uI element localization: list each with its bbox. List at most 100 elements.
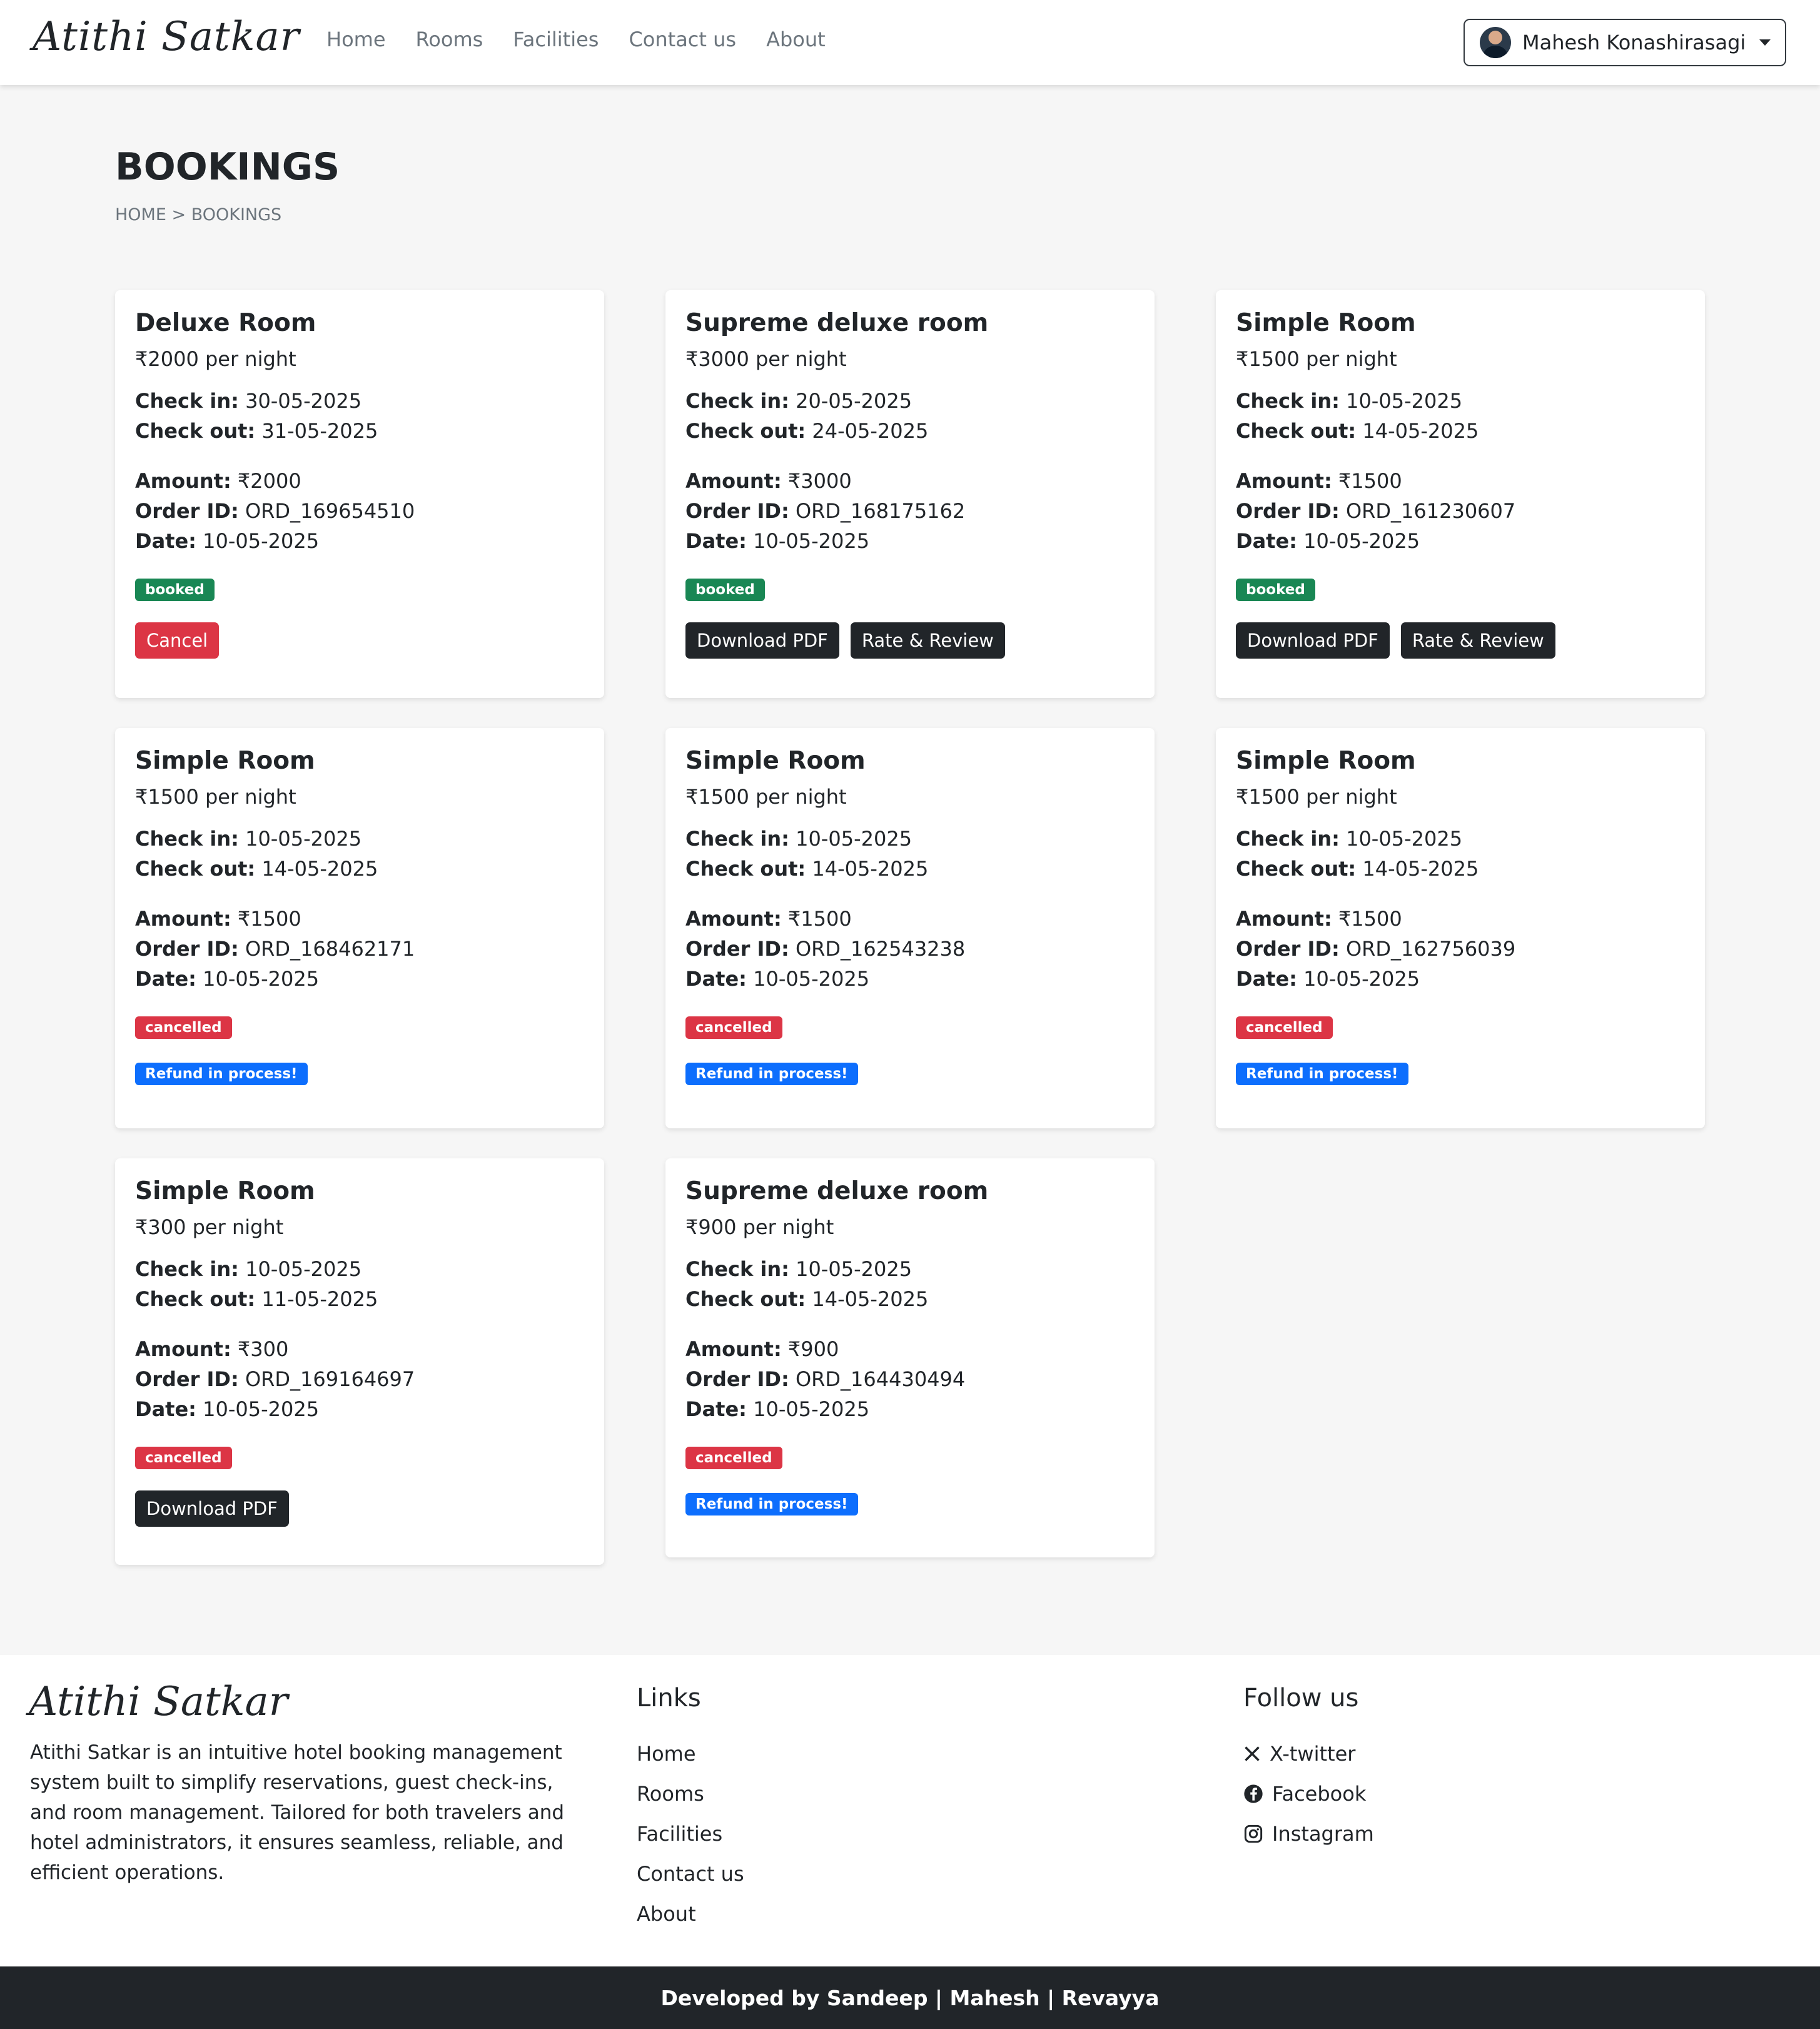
- booking-card: Simple Room ₹300 per night Check in: 10-…: [115, 1158, 604, 1565]
- social-label: X-twitter: [1270, 1742, 1356, 1766]
- order-id-row: Order ID: ORD_169164697: [135, 1367, 415, 1391]
- refund-badge: Refund in process!: [135, 1062, 308, 1085]
- check-out-row: Check out: 11-05-2025: [135, 1287, 378, 1311]
- order-id-row: Order ID: ORD_161230607: [1236, 498, 1516, 523]
- footer-description: Atithi Satkar is an intuitive hotel book…: [30, 1741, 565, 1884]
- download-pdf-button[interactable]: Download PDF: [1236, 622, 1390, 659]
- order-id-row: Order ID: ORD_164430494: [685, 1367, 966, 1391]
- brand-logo[interactable]: Atithi Satkar: [33, 14, 300, 60]
- footer-link-about[interactable]: About: [637, 1894, 744, 1934]
- check-in-row: Check in: 20-05-2025: [685, 388, 913, 413]
- nav-link-contact[interactable]: Contact us: [629, 28, 736, 51]
- page-title: BOOKINGS: [115, 145, 340, 189]
- order-id-row: Order ID: ORD_162756039: [1236, 936, 1516, 961]
- amount-row: Amount: ₹300: [135, 1337, 289, 1361]
- social-link-x-twitter[interactable]: X-twitter: [1243, 1734, 1374, 1774]
- refund-badge: Refund in process!: [685, 1492, 858, 1515]
- amount-row: Amount: ₹900: [685, 1337, 839, 1361]
- user-name: Mahesh Konashirasagi: [1522, 31, 1746, 54]
- amount-row: Amount: ₹1500: [1236, 468, 1402, 493]
- date-row: Date: 10-05-2025: [135, 1397, 320, 1421]
- check-in-row: Check in: 10-05-2025: [685, 826, 913, 851]
- facebook-icon: [1244, 1784, 1263, 1803]
- status-badge: cancelled: [135, 1446, 232, 1469]
- nav-link-home[interactable]: Home: [326, 28, 386, 51]
- instagram-icon: [1244, 1824, 1263, 1843]
- nav-link-facilities[interactable]: Facilities: [513, 28, 599, 51]
- check-in-row: Check in: 10-05-2025: [1236, 388, 1463, 413]
- room-price: ₹1500 per night: [685, 784, 847, 809]
- social-label: Facebook: [1272, 1782, 1367, 1806]
- amount-row: Amount: ₹2000: [135, 468, 301, 493]
- footer-brand: Atithi Satkar: [29, 1679, 288, 1725]
- room-price: ₹3000 per night: [685, 347, 847, 371]
- footer-link-contact[interactable]: Contact us: [637, 1854, 744, 1894]
- breadcrumb: HOME > BOOKINGS: [115, 205, 282, 225]
- rate-review-button[interactable]: Rate & Review: [1400, 622, 1555, 659]
- nav-link-rooms[interactable]: Rooms: [416, 28, 483, 51]
- check-out-row: Check out: 14-05-2025: [135, 856, 378, 881]
- room-price: ₹1500 per night: [135, 784, 296, 809]
- download-pdf-button[interactable]: Download PDF: [135, 1490, 289, 1527]
- check-out-row: Check out: 14-05-2025: [685, 1287, 929, 1311]
- date-row: Date: 10-05-2025: [685, 1397, 870, 1421]
- date-row: Date: 10-05-2025: [685, 966, 870, 991]
- status-badge: cancelled: [685, 1016, 782, 1039]
- navbar: Atithi Satkar Home Rooms Facilities Cont…: [0, 0, 1820, 85]
- room-name: Simple Room: [1236, 747, 1416, 775]
- nav-link-about[interactable]: About: [766, 28, 826, 51]
- status-badge: cancelled: [1236, 1016, 1333, 1039]
- footer-link-facilities[interactable]: Facilities: [637, 1814, 744, 1854]
- social-label: Instagram: [1272, 1822, 1374, 1846]
- amount-row: Amount: ₹1500: [685, 906, 852, 931]
- status-badge: booked: [135, 578, 215, 601]
- status-badge: cancelled: [685, 1446, 782, 1469]
- booking-card: Simple Room ₹1500 per night Check in: 10…: [665, 728, 1155, 1128]
- check-in-row: Check in: 30-05-2025: [135, 388, 362, 413]
- footer-link-home[interactable]: Home: [637, 1734, 744, 1774]
- room-price: ₹900 per night: [685, 1215, 834, 1239]
- date-row: Date: 10-05-2025: [1236, 966, 1420, 991]
- order-id-row: Order ID: ORD_162543238: [685, 936, 966, 961]
- check-in-row: Check in: 10-05-2025: [685, 1257, 913, 1281]
- status-badge: booked: [1236, 578, 1315, 601]
- room-name: Deluxe Room: [135, 309, 316, 337]
- footer-link-rooms[interactable]: Rooms: [637, 1774, 744, 1814]
- rate-review-button[interactable]: Rate & Review: [850, 622, 1005, 659]
- social-link-instagram[interactable]: Instagram: [1243, 1814, 1374, 1854]
- amount-row: Amount: ₹3000: [685, 468, 852, 493]
- footer-links-heading: Links: [637, 1684, 701, 1713]
- download-pdf-button[interactable]: Download PDF: [685, 622, 839, 659]
- user-dropdown-button[interactable]: Mahesh Konashirasagi: [1464, 19, 1786, 66]
- booking-card: Simple Room ₹1500 per night Check in: 10…: [115, 728, 604, 1128]
- amount-row: Amount: ₹1500: [1236, 906, 1402, 931]
- booking-card: Supreme deluxe room ₹900 per night Check…: [665, 1158, 1155, 1557]
- footer-credits: Developed by Sandeep | Mahesh | Revayya: [0, 1966, 1820, 2029]
- check-out-row: Check out: 14-05-2025: [1236, 418, 1479, 443]
- check-out-row: Check out: 14-05-2025: [685, 856, 929, 881]
- caret-down-icon: [1759, 39, 1771, 46]
- date-row: Date: 10-05-2025: [135, 529, 320, 553]
- date-row: Date: 10-05-2025: [685, 529, 870, 553]
- booking-card: Deluxe Room ₹2000 per night Check in: 30…: [115, 290, 604, 698]
- footer-follow-heading: Follow us: [1243, 1684, 1359, 1713]
- amount-row: Amount: ₹1500: [135, 906, 301, 931]
- social-link-facebook[interactable]: Facebook: [1243, 1774, 1374, 1814]
- room-price: ₹1500 per night: [1236, 784, 1397, 809]
- check-in-row: Check in: 10-05-2025: [1236, 826, 1463, 851]
- order-id-row: Order ID: ORD_168175162: [685, 498, 966, 523]
- date-row: Date: 10-05-2025: [135, 966, 320, 991]
- booking-card: Supreme deluxe room ₹3000 per night Chec…: [665, 290, 1155, 698]
- room-price: ₹300 per night: [135, 1215, 284, 1239]
- room-name: Supreme deluxe room: [685, 1177, 989, 1205]
- check-out-row: Check out: 14-05-2025: [1236, 856, 1479, 881]
- booking-card: Simple Room ₹1500 per night Check in: 10…: [1216, 290, 1705, 698]
- check-out-row: Check out: 31-05-2025: [135, 418, 378, 443]
- footer-social: X-twitter Facebook Instagram: [1243, 1734, 1374, 1854]
- room-name: Simple Room: [135, 747, 315, 775]
- footer: Atithi Satkar Atithi Satkar is an intuit…: [0, 1655, 1820, 1966]
- order-id-row: Order ID: ORD_169654510: [135, 498, 415, 523]
- booking-card: Simple Room ₹1500 per night Check in: 10…: [1216, 728, 1705, 1128]
- cancel-button[interactable]: Cancel: [135, 622, 220, 659]
- status-badge: booked: [685, 578, 765, 601]
